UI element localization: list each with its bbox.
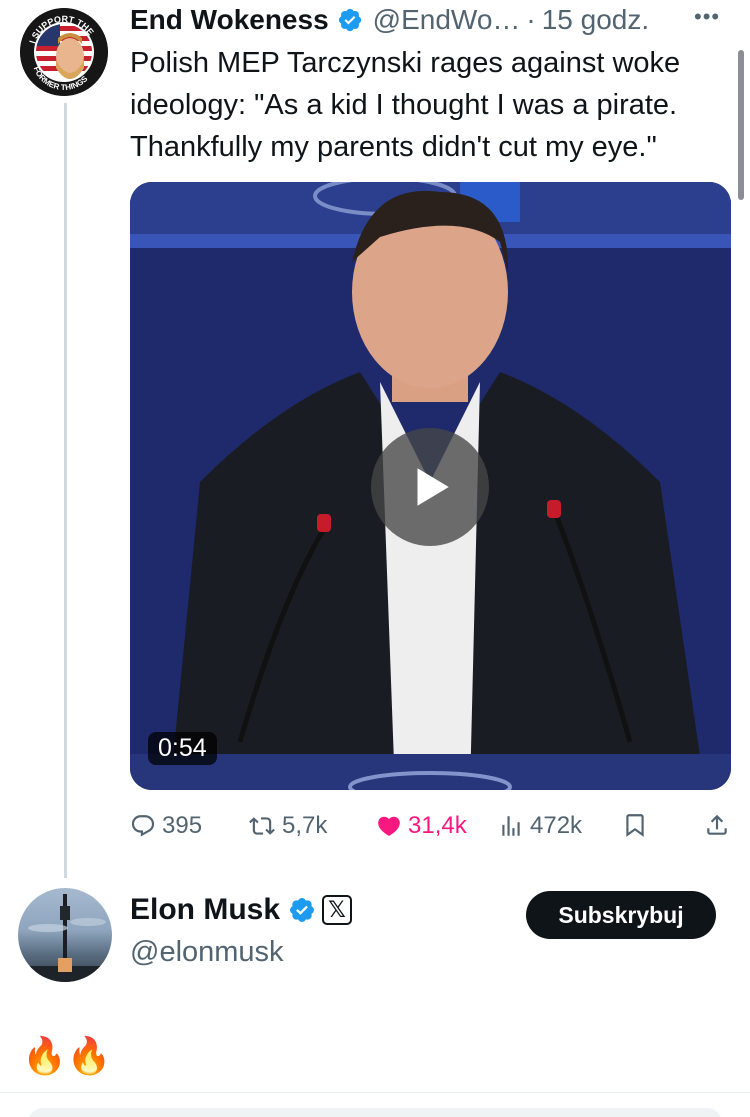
retweet-icon bbox=[249, 817, 275, 835]
scrollbar[interactable] bbox=[738, 50, 744, 200]
reply-author-avatar[interactable] bbox=[18, 888, 112, 982]
more-options-icon[interactable]: ••• bbox=[694, 4, 720, 30]
divider bbox=[0, 1092, 750, 1093]
thread-line bbox=[64, 103, 67, 878]
like-button[interactable]: 31,4k bbox=[376, 812, 467, 840]
retweet-button[interactable]: 5,7k bbox=[248, 812, 327, 840]
avatar-photo bbox=[18, 894, 112, 982]
tweet-actions-bar: 395 5,7k 31,4k 472k bbox=[130, 812, 730, 848]
views-chart-icon bbox=[502, 816, 520, 836]
share-icon bbox=[707, 814, 727, 835]
reply-composer[interactable] bbox=[28, 1108, 722, 1117]
like-count: 31,4k bbox=[408, 812, 467, 839]
verified-badge-icon[interactable] bbox=[288, 896, 316, 924]
video-player[interactable]: 0:54 bbox=[130, 182, 731, 790]
heart-filled-icon bbox=[378, 816, 400, 836]
tweet-header: End Wokeness @EndWo… · 15 godz. bbox=[130, 0, 649, 40]
author-avatar[interactable]: I SUPPORT THE FORMER THINGS bbox=[20, 8, 108, 96]
bookmark-button[interactable] bbox=[622, 812, 654, 838]
play-icon bbox=[417, 468, 449, 506]
bookmark-icon bbox=[626, 814, 644, 837]
views-count: 472k bbox=[530, 812, 583, 839]
verified-badge-icon[interactable] bbox=[337, 7, 363, 33]
views-button[interactable]: 472k bbox=[498, 812, 582, 840]
play-button[interactable] bbox=[371, 428, 489, 546]
video-duration: 0:54 bbox=[148, 732, 217, 765]
reply-count: 395 bbox=[162, 812, 203, 839]
reply-author-handle[interactable]: @elonmusk bbox=[130, 936, 284, 969]
reply-button[interactable]: 395 bbox=[130, 812, 202, 840]
author-name[interactable]: End Wokeness bbox=[130, 4, 329, 36]
reply-author-name[interactable]: Elon Musk bbox=[130, 893, 280, 927]
reply-author-name-row: Elon Musk 𝕏 bbox=[130, 893, 353, 927]
tweet-text: Polish MEP Tarczynski rages against woke… bbox=[130, 47, 681, 163]
author-handle[interactable]: @EndWo… bbox=[373, 4, 521, 36]
retweet-count: 5,7k bbox=[282, 812, 328, 839]
separator-dot: · bbox=[526, 4, 536, 35]
tweet-time[interactable]: 15 godz. bbox=[542, 4, 649, 36]
reply-icon bbox=[131, 815, 155, 837]
share-button[interactable] bbox=[704, 812, 736, 838]
avatar-badge-art: I SUPPORT THE FORMER THINGS bbox=[20, 8, 108, 96]
reply-text: 🔥🔥 bbox=[22, 1035, 112, 1076]
x-affiliate-badge-icon[interactable]: 𝕏 bbox=[322, 895, 353, 925]
subscribe-button[interactable]: Subskrybuj bbox=[526, 891, 716, 939]
